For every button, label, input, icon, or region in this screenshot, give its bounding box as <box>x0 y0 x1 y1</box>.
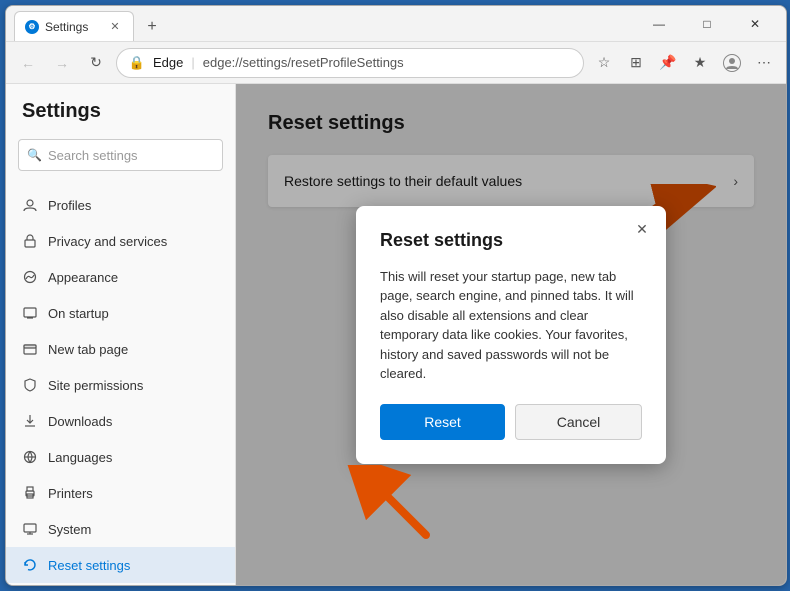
dialog-title: Reset settings <box>380 230 642 251</box>
title-bar: ⚙ Settings ✕ + — □ ✕ <box>6 6 786 42</box>
sidebar-item-reset[interactable]: Reset settings <box>6 547 235 583</box>
address-brand: Edge <box>153 55 183 70</box>
back-button[interactable]: ← <box>14 49 42 77</box>
privacy-icon <box>22 233 38 249</box>
downloads-icon <box>22 413 38 429</box>
sidebar-item-printers[interactable]: Printers <box>6 475 235 511</box>
sidebar-item-downloads[interactable]: Downloads <box>6 403 235 439</box>
sidebar-item-startup[interactable]: On startup <box>6 295 235 331</box>
sidebar-item-permissions-label: Site permissions <box>48 378 143 393</box>
sidebar-item-profiles-label: Profiles <box>48 198 91 213</box>
search-icon: 🔍 <box>27 148 42 162</box>
reset-confirm-button[interactable]: Reset <box>380 404 505 440</box>
sidebar-item-profiles[interactable]: Profiles <box>6 187 235 223</box>
address-bar: ← → ↻ 🔒 Edge | edge://settings/resetProf… <box>6 42 786 84</box>
lock-icon: 🔒 <box>129 55 145 71</box>
system-icon <box>22 521 38 537</box>
search-placeholder: Search settings <box>48 148 138 163</box>
forward-button[interactable]: → <box>48 49 76 77</box>
dialog-body: This will reset your startup page, new t… <box>380 267 642 384</box>
address-input[interactable]: 🔒 Edge | edge://settings/resetProfileSet… <box>116 48 584 78</box>
favorites-button[interactable]: ☆ <box>590 49 618 77</box>
sidebar-item-system-label: System <box>48 522 91 537</box>
new-tab-button[interactable]: + <box>138 13 166 41</box>
toolbar-icons: ☆ ⊞ 📌 ★ ⋯ <box>590 49 778 77</box>
languages-icon <box>22 449 38 465</box>
search-box[interactable]: 🔍 Search settings <box>18 139 223 171</box>
more-button[interactable]: ⋯ <box>750 49 778 77</box>
settings-content: Reset settings Restore settings to their… <box>236 84 786 585</box>
sidebar-item-permissions[interactable]: Site permissions <box>6 367 235 403</box>
settings-tab[interactable]: ⚙ Settings ✕ <box>14 11 134 41</box>
sidebar-item-appearance[interactable]: Appearance <box>6 259 235 295</box>
sidebar-item-newtab-label: New tab page <box>48 342 128 357</box>
sidebar: Settings 🔍 Search settings Profiles <box>6 84 236 585</box>
tab-favicon: ⚙ <box>25 20 39 34</box>
dialog-close-button[interactable]: ✕ <box>630 218 654 242</box>
collections-button[interactable]: ⊞ <box>622 49 650 77</box>
address-separator: | <box>191 55 194 70</box>
window-controls: — □ ✕ <box>636 8 778 40</box>
close-button[interactable]: ✕ <box>732 8 778 40</box>
profiles-icon <box>22 197 38 213</box>
sidebar-item-system[interactable]: System <box>6 511 235 547</box>
browser-window: ⚙ Settings ✕ + — □ ✕ ← → ↻ 🔒 Edge | edge… <box>5 5 787 586</box>
profile-button[interactable] <box>718 49 746 77</box>
sidebar-item-newtab[interactable]: New tab page <box>6 331 235 367</box>
tab-area: ⚙ Settings ✕ + <box>14 6 636 41</box>
maximize-button[interactable]: □ <box>684 8 730 40</box>
sidebar-item-privacy-label: Privacy and services <box>48 234 167 249</box>
sidebar-item-reset-label: Reset settings <box>48 558 130 573</box>
sidebar-item-appearance-label: Appearance <box>48 270 118 285</box>
sidebar-item-downloads-label: Downloads <box>48 414 112 429</box>
address-url: edge://settings/resetProfileSettings <box>203 55 404 70</box>
sidebar-title: Settings <box>6 100 235 139</box>
favorites-bar-button[interactable]: ★ <box>686 49 714 77</box>
pin-button[interactable]: 📌 <box>654 49 682 77</box>
tab-close-button[interactable]: ✕ <box>107 19 123 35</box>
printers-icon <box>22 485 38 501</box>
sidebar-item-about[interactable]: e About Microsoft Edge <box>6 583 235 585</box>
dialog-overlay: Reset settings ✕ This will reset your st… <box>236 84 786 585</box>
sidebar-item-languages-label: Languages <box>48 450 112 465</box>
permissions-icon <box>22 377 38 393</box>
sidebar-item-printers-label: Printers <box>48 486 93 501</box>
startup-icon <box>22 305 38 321</box>
reset-dialog: Reset settings ✕ This will reset your st… <box>356 206 666 464</box>
appearance-icon <box>22 269 38 285</box>
tab-label: Settings <box>45 20 88 34</box>
refresh-button[interactable]: ↻ <box>82 49 110 77</box>
main-content: Settings 🔍 Search settings Profiles <box>6 84 786 585</box>
cancel-button[interactable]: Cancel <box>515 404 642 440</box>
sidebar-item-languages[interactable]: Languages <box>6 439 235 475</box>
minimize-button[interactable]: — <box>636 8 682 40</box>
sidebar-item-privacy[interactable]: Privacy and services <box>6 223 235 259</box>
dialog-buttons: Reset Cancel <box>380 404 642 440</box>
sidebar-item-startup-label: On startup <box>48 306 109 321</box>
newtab-icon <box>22 341 38 357</box>
reset-icon <box>22 557 38 573</box>
